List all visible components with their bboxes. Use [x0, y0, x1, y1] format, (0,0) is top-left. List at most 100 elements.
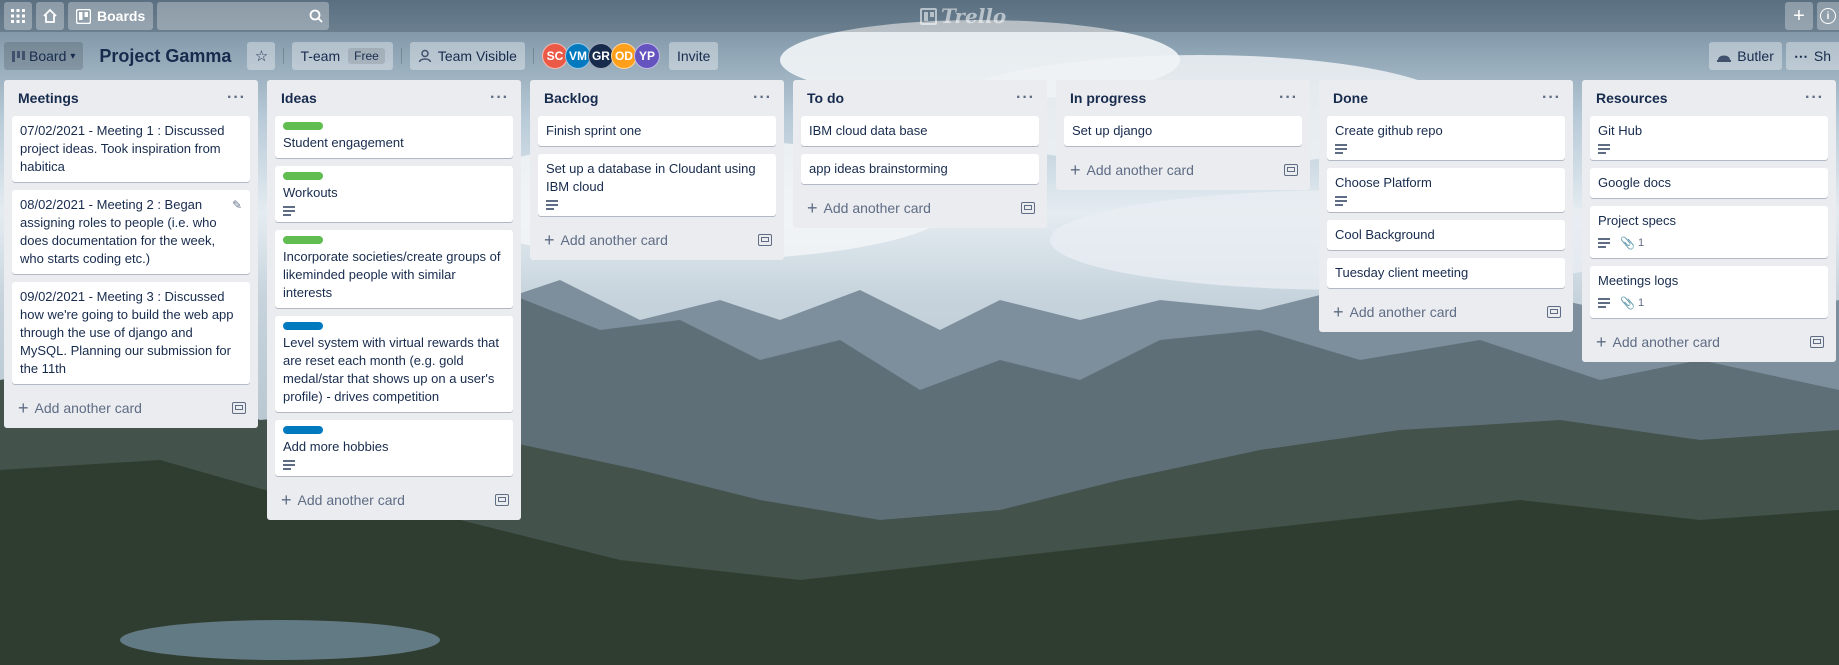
team-button[interactable]: T-eam Free: [292, 42, 393, 70]
add-card-button[interactable]: + Add another card: [801, 192, 1039, 224]
card[interactable]: Level system with virtual rewards that a…: [275, 316, 513, 412]
card[interactable]: Add more hobbies: [275, 420, 513, 476]
list-title[interactable]: Backlog: [544, 90, 598, 106]
visibility-button[interactable]: Team Visible: [409, 42, 525, 70]
member-avatars: SC VM GR OD YP: [541, 43, 660, 69]
home-button[interactable]: [36, 2, 64, 30]
trello-logo[interactable]: Trello: [920, 4, 1006, 28]
star-board-button[interactable]: ☆: [247, 42, 276, 70]
card-title: 09/02/2021 - Meeting 3 : Discussed how w…: [20, 289, 234, 376]
invite-button[interactable]: Invite: [668, 42, 719, 70]
card-label[interactable]: [283, 172, 323, 180]
list-menu-icon[interactable]: ···: [227, 89, 246, 107]
add-card-button[interactable]: + Add another card: [1064, 154, 1302, 186]
description-icon: [1335, 196, 1347, 206]
list-menu-icon[interactable]: ···: [753, 89, 772, 107]
list-title[interactable]: In progress: [1070, 90, 1146, 106]
card[interactable]: Google docs: [1590, 168, 1828, 198]
card-template-icon[interactable]: [1810, 336, 1824, 348]
description-icon: [546, 200, 558, 210]
create-button[interactable]: +: [1785, 2, 1813, 30]
avatar[interactable]: YP: [633, 43, 660, 69]
list-done: Done ··· Create github repo Choose Platf…: [1319, 80, 1573, 332]
add-card-label: Add another card: [34, 400, 142, 416]
star-icon: ☆: [254, 48, 269, 65]
card[interactable]: Meetings logs 📎 1: [1590, 266, 1828, 318]
list-in-progress: In progress ··· Set up django + Add anoth…: [1056, 80, 1310, 190]
info-button[interactable]: i: [1817, 2, 1839, 30]
list-menu-icon[interactable]: ···: [1805, 89, 1824, 107]
search-input[interactable]: [157, 2, 330, 30]
chevron-down-icon: ▾: [70, 50, 76, 62]
card-title: Choose Platform: [1335, 175, 1432, 190]
pencil-icon[interactable]: ✎: [232, 196, 242, 214]
list-to-do: To do ··· IBM cloud data base app ideas …: [793, 80, 1047, 228]
card[interactable]: Student engagement: [275, 116, 513, 158]
plus-icon: +: [1070, 159, 1081, 180]
board-header: Board ▾ Project Gamma ☆ T-eam Free Team …: [0, 36, 1839, 76]
list-title[interactable]: Ideas: [281, 90, 317, 106]
card[interactable]: 09/02/2021 - Meeting 3 : Discussed how w…: [12, 282, 250, 384]
card[interactable]: Tuesday client meeting: [1327, 258, 1565, 288]
description-icon: [283, 206, 295, 216]
card[interactable]: Choose Platform: [1327, 168, 1565, 212]
card[interactable]: Incorporate societies/create groups of l…: [275, 230, 513, 308]
card-label[interactable]: [283, 426, 323, 434]
add-card-button[interactable]: + Add another card: [1590, 326, 1828, 358]
card[interactable]: IBM cloud data base: [801, 116, 1039, 146]
card-label[interactable]: [283, 236, 323, 244]
board-view-label: Board: [29, 48, 67, 64]
card-template-icon[interactable]: [1284, 164, 1298, 176]
card-template-icon[interactable]: [1021, 202, 1035, 214]
add-card-button[interactable]: + Add another card: [1327, 296, 1565, 328]
card-title: Incorporate societies/create groups of l…: [283, 249, 501, 300]
card[interactable]: Finish sprint one: [538, 116, 776, 146]
list-menu-icon[interactable]: ···: [1279, 89, 1298, 107]
card-title: Tuesday client meeting: [1335, 265, 1469, 280]
add-card-label: Add another card: [560, 232, 668, 248]
card-title: Set up a database in Cloudant using IBM …: [546, 161, 756, 194]
add-card-button[interactable]: + Add another card: [275, 484, 513, 516]
card-template-icon[interactable]: [1547, 306, 1561, 318]
apps-switcher-button[interactable]: [4, 2, 32, 30]
butler-button[interactable]: Butler: [1709, 42, 1782, 70]
description-icon: [1335, 144, 1347, 154]
card[interactable]: Cool Background: [1327, 220, 1565, 250]
card[interactable]: Set up a database in Cloudant using IBM …: [538, 154, 776, 216]
card[interactable]: Project specs 📎 1: [1590, 206, 1828, 258]
list-ideas: Ideas ··· Student engagement Workouts In…: [267, 80, 521, 520]
card-title: 08/02/2021 - Meeting 2 : Began assigning…: [20, 197, 217, 266]
card-template-icon[interactable]: [232, 402, 246, 414]
add-card-label: Add another card: [297, 492, 405, 508]
list-menu-icon[interactable]: ···: [1542, 89, 1561, 107]
list-title[interactable]: Resources: [1596, 90, 1668, 106]
card[interactable]: Set up django: [1064, 116, 1302, 146]
list-title[interactable]: Done: [1333, 90, 1368, 106]
card-title: Set up django: [1072, 123, 1153, 138]
boards-button[interactable]: Boards: [68, 2, 154, 30]
list-menu-icon[interactable]: ···: [490, 89, 509, 107]
add-card-button[interactable]: + Add another card: [538, 224, 776, 256]
list-menu-icon[interactable]: ···: [1016, 89, 1035, 107]
plus-icon: +: [18, 397, 29, 418]
list-title[interactable]: Meetings: [18, 90, 79, 106]
add-card-label: Add another card: [823, 200, 931, 216]
add-card-button[interactable]: + Add another card: [12, 392, 250, 424]
card-template-icon[interactable]: [495, 494, 509, 506]
card-template-icon[interactable]: [758, 234, 772, 246]
card[interactable]: Workouts: [275, 166, 513, 222]
card-label[interactable]: [283, 322, 323, 330]
show-menu-button[interactable]: ⋯ Sh: [1785, 42, 1839, 70]
boards-label: Boards: [97, 8, 146, 24]
description-icon: [283, 460, 295, 470]
card[interactable]: Git Hub: [1590, 116, 1828, 160]
card-label[interactable]: [283, 122, 323, 130]
card[interactable]: 07/02/2021 - Meeting 1 : Discussed proje…: [12, 116, 250, 182]
card[interactable]: Create github repo: [1327, 116, 1565, 160]
list-backlog: Backlog ··· Finish sprint one Set up a d…: [530, 80, 784, 260]
board-view-switcher[interactable]: Board ▾: [4, 42, 84, 70]
board-title[interactable]: Project Gamma: [91, 46, 239, 67]
card[interactable]: app ideas brainstorming: [801, 154, 1039, 184]
card[interactable]: 08/02/2021 - Meeting 2 : Began assigning…: [12, 190, 250, 274]
list-title[interactable]: To do: [807, 90, 844, 106]
